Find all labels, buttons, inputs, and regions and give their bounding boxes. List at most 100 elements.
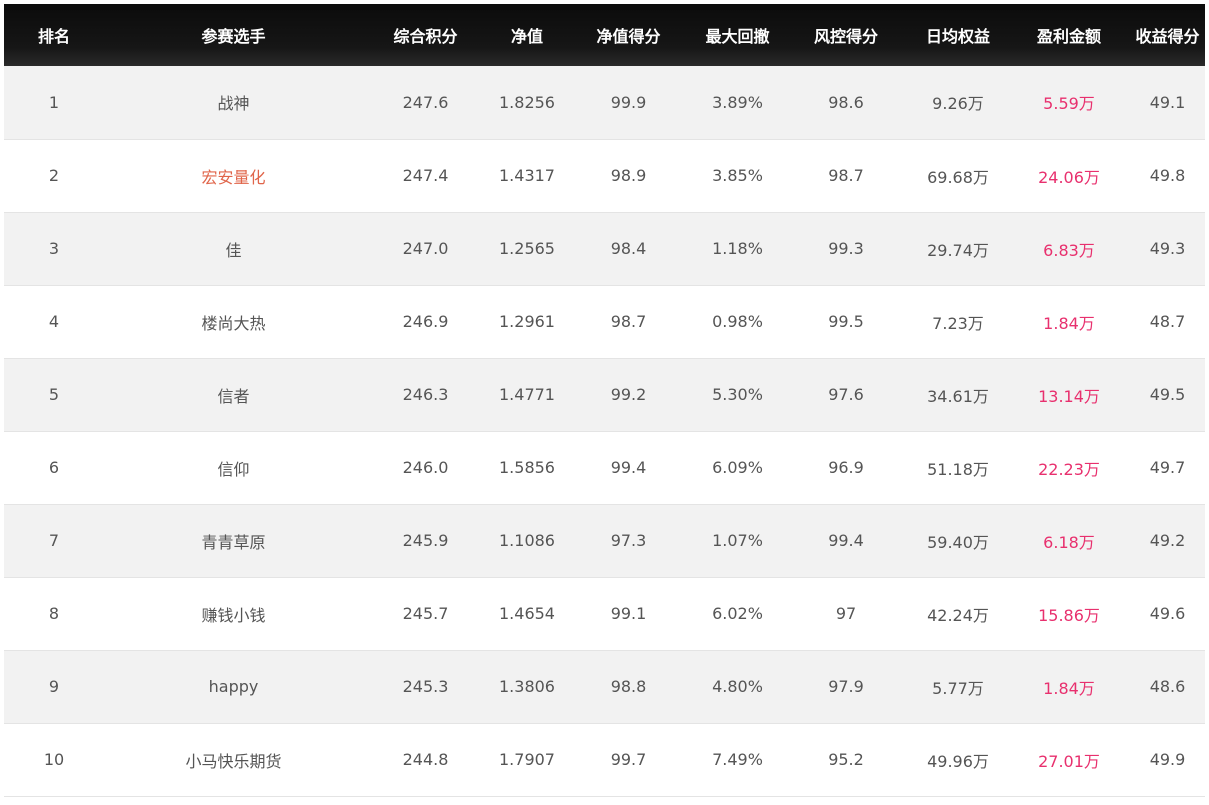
table-row[interactable]: 4 楼尚大热 246.9 1.2961 98.7 0.98% 99.5 7.23万 1.84万 4…	[4, 284, 1205, 359]
header-row: 排名 参赛选手 综合积分 净值 净值得分 最大回撤 风控得分 日均权益 盈利金额 收益得分	[4, 4, 1205, 66]
cell-risk-score: 97	[784, 576, 908, 651]
cell-risk-score: 96.9	[784, 430, 908, 505]
cell-player[interactable]: 佳	[104, 212, 363, 285]
cell-return-score: 49.8	[1130, 138, 1205, 213]
cell-max-drawdown: 4.80%	[712, 677, 763, 696]
table-row[interactable]: 7 青青草原 245.9 1.1086 97.3 1.07% 99.4 59.40万 6.18万…	[4, 504, 1205, 577]
cell-nav: 1.2565	[499, 239, 555, 258]
cell-return-score: 49.1	[1149, 92, 1186, 112]
cell-total-score: 245.9	[402, 531, 449, 550]
cell-player[interactable]: 宏安量化	[104, 138, 363, 213]
cell-risk-score: 99.5	[784, 284, 908, 359]
cell-return-score: 49.6	[1130, 576, 1205, 651]
table-row[interactable]: 8 赚钱小钱 245.7 1.4654 99.1 6.02% 97 42.24万 15.86万 4…	[4, 576, 1205, 651]
cell-total-score: 247.4	[363, 138, 488, 213]
cell-risk-score: 98.7	[784, 138, 908, 213]
table-row[interactable]: 2 宏安量化 247.4 1.4317 98.9 3.85% 98.7 69.68万 24.06…	[4, 138, 1205, 213]
cell-profit: 13.14万	[1038, 386, 1100, 406]
cell-total-score: 246.0	[363, 430, 488, 505]
cell-rank: 5	[48, 385, 60, 404]
cell-nav: 1.3806	[499, 677, 555, 696]
cell-profit: 27.01万	[1008, 722, 1130, 797]
cell-rank: 9	[48, 677, 60, 696]
cell-return-score: 49.7	[1130, 430, 1205, 505]
cell-nav-score: 99.2	[610, 385, 647, 404]
column-header-nav[interactable]: 净值	[488, 4, 566, 66]
table-row[interactable]: 6 信仰 246.0 1.5856 99.4 6.09% 96.9 51.18万 22.23万 4…	[4, 430, 1205, 505]
column-header-daily-equity[interactable]: 日均权益	[908, 4, 1008, 66]
cell-player[interactable]: 信者	[104, 358, 363, 431]
cell-profit: 6.83万	[1043, 240, 1095, 260]
cell-total-score: 244.8	[363, 722, 488, 797]
column-header-return-score[interactable]: 收益得分	[1130, 4, 1205, 66]
cell-nav: 1.2961	[488, 284, 566, 359]
cell-risk-score: 99.4	[828, 531, 864, 550]
cell-daily-equity: 7.23万	[908, 284, 1008, 359]
cell-daily-equity: 51.18万	[908, 430, 1008, 505]
cell-rank: 7	[48, 531, 60, 550]
cell-return-score: 48.7	[1130, 284, 1205, 359]
cell-player[interactable]: 赚钱小钱	[104, 576, 363, 651]
table-row[interactable]: 5 信者 246.3 1.4771 99.2 5.30% 97.6 34.61万 13.14万 4…	[4, 358, 1205, 431]
cell-return-score: 49.9	[1130, 722, 1205, 797]
cell-rank: 8	[4, 576, 104, 651]
ranking-table-container: 排名 参赛选手 综合积分 净值 净值得分 最大回撤 风控得分 日均权益 盈利金额 收益得分 1 战神 2…	[4, 4, 1205, 805]
table-row[interactable]: 3 佳 247.0 1.2565 98.4 1.18% 99.3 29.74万 6.83万 49.…	[4, 212, 1205, 285]
cell-max-drawdown: 7.49%	[691, 722, 784, 797]
column-header-total-score[interactable]: 综合积分	[363, 4, 488, 66]
column-header-nav-score[interactable]: 净值得分	[566, 4, 691, 66]
cell-nav-score: 99.7	[566, 722, 691, 797]
cell-nav-score: 97.3	[610, 531, 647, 550]
cell-profit: 6.18万	[1043, 532, 1095, 552]
table-row[interactable]: 10 小马快乐期货 244.8 1.7907 99.7 7.49% 95.2 49.96万 27…	[4, 722, 1205, 797]
cell-daily-equity: 42.24万	[908, 576, 1008, 651]
column-header-profit[interactable]: 盈利金额	[1008, 4, 1130, 66]
cell-max-drawdown: 3.89%	[712, 92, 763, 112]
table-body: 1 战神 247.6 1.8256 99.9 3.89% 98.6 9.26万 5.59万 49.…	[4, 66, 1205, 797]
cell-max-drawdown: 0.98%	[691, 284, 784, 359]
cell-nav-score: 99.4	[566, 430, 691, 505]
column-header-player[interactable]: 参赛选手	[104, 4, 363, 66]
cell-max-drawdown: 1.07%	[712, 531, 763, 550]
cell-player[interactable]: 楼尚大热	[104, 284, 363, 359]
cell-risk-score: 99.3	[828, 239, 864, 258]
cell-player[interactable]: happy	[104, 650, 363, 723]
cell-nav: 1.4771	[499, 385, 555, 404]
cell-nav-score: 99.9	[610, 92, 647, 112]
column-header-risk-score[interactable]: 风控得分	[784, 4, 908, 66]
cell-player[interactable]: 战神	[104, 66, 363, 139]
column-header-max-drawdown[interactable]: 最大回撤	[691, 4, 784, 66]
cell-rank: 4	[4, 284, 104, 359]
cell-nav-score: 99.1	[566, 576, 691, 651]
cell-daily-equity: 29.74万	[927, 240, 989, 260]
table-header: 排名 参赛选手 综合积分 净值 净值得分 最大回撤 风控得分 日均权益 盈利金额 收益得分	[4, 4, 1205, 66]
cell-max-drawdown: 6.02%	[691, 576, 784, 651]
cell-rank: 6	[4, 430, 104, 505]
cell-nav: 1.1086	[499, 531, 555, 550]
cell-return-score: 48.6	[1149, 677, 1186, 696]
cell-rank: 2	[4, 138, 104, 213]
cell-max-drawdown: 5.30%	[712, 385, 763, 404]
cell-profit: 22.23万	[1008, 430, 1130, 505]
table-row[interactable]: 1 战神 247.6 1.8256 99.9 3.89% 98.6 9.26万 5.59万 49.…	[4, 66, 1205, 139]
cell-nav-score: 98.7	[566, 284, 691, 359]
cell-max-drawdown: 6.09%	[691, 430, 784, 505]
table-row[interactable]: 9 happy 245.3 1.3806 98.8 4.80% 97.9 5.77万 1.84万…	[4, 650, 1205, 723]
cell-player[interactable]: 信仰	[104, 430, 363, 505]
cell-daily-equity: 49.96万	[908, 722, 1008, 797]
ranking-table: 排名 参赛选手 综合积分 净值 净值得分 最大回撤 风控得分 日均权益 盈利金额 收益得分 1 战神 2…	[4, 4, 1205, 797]
cell-risk-score: 97.6	[828, 385, 864, 404]
cell-nav: 1.7907	[488, 722, 566, 797]
cell-player[interactable]: 小马快乐期货	[104, 722, 363, 797]
cell-nav: 1.8256	[499, 92, 555, 112]
cell-daily-equity: 59.40万	[927, 532, 989, 552]
cell-return-score: 49.3	[1149, 239, 1186, 258]
cell-nav: 1.4654	[488, 576, 566, 651]
cell-profit: 24.06万	[1008, 138, 1130, 213]
column-header-rank[interactable]: 排名	[4, 4, 104, 66]
cell-profit: 1.84万	[1043, 678, 1095, 698]
cell-rank: 1	[48, 92, 60, 112]
cell-player[interactable]: 青青草原	[104, 504, 363, 577]
cell-total-score: 245.7	[363, 576, 488, 651]
cell-profit: 5.59万	[1043, 94, 1095, 114]
